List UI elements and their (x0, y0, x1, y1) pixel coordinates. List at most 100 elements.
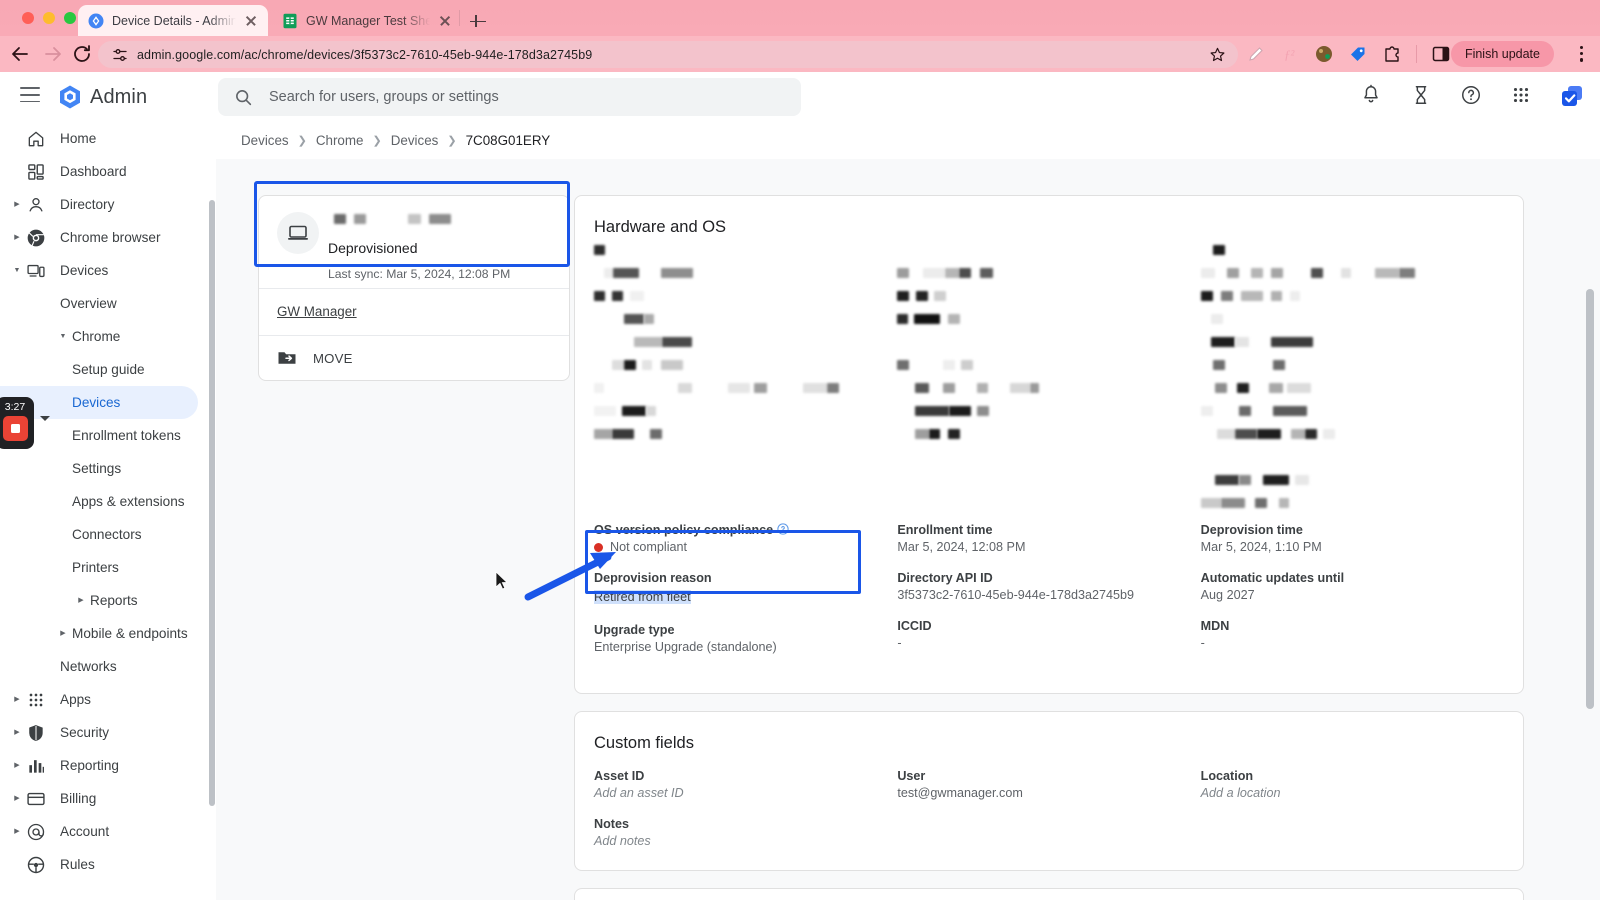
move-device-button[interactable]: MOVE (259, 336, 569, 380)
back-arrow-icon[interactable] (8, 42, 32, 66)
sidebar-item-label: Reports (90, 593, 138, 608)
field-asset-id[interactable]: Asset ID Add an asset ID (594, 769, 883, 800)
sidebar-item-reporting[interactable]: ▶ Reporting (0, 749, 198, 782)
formula-icon[interactable]: ƒ² (1280, 44, 1300, 64)
page-scrollbar[interactable] (1586, 289, 1594, 709)
hourglass-icon[interactable] (1410, 84, 1432, 106)
field-user[interactable]: User test@gwmanager.com (897, 769, 1186, 800)
chevron-right-icon[interactable]: ▶ (8, 696, 26, 703)
org-unit-link[interactable]: GW Manager (277, 304, 357, 319)
task-check-icon[interactable] (1560, 84, 1582, 106)
redacted-block (1030, 382, 1040, 393)
side-panel-icon[interactable] (1431, 44, 1451, 64)
chevron-right-icon[interactable]: ▶ (8, 795, 26, 802)
recorder-expand-caret-icon[interactable] (40, 416, 50, 421)
forward-arrow-icon[interactable] (41, 42, 65, 66)
close-icon[interactable] (438, 14, 452, 28)
help-circle-icon[interactable] (1460, 84, 1482, 106)
reload-icon[interactable] (70, 42, 94, 66)
screen-recorder-widget[interactable]: 3:27 (0, 397, 34, 449)
sidebar-item-security[interactable]: ▶ Security (0, 716, 198, 749)
help-circle-icon[interactable] (777, 523, 789, 535)
sidebar-item-connectors[interactable]: Connectors (0, 518, 198, 551)
sidebar-item-apps-extensions[interactable]: Apps & extensions (0, 485, 198, 518)
sidebar-item-overview[interactable]: Overview (0, 287, 198, 320)
field-value[interactable]: test@gwmanager.com (897, 786, 1186, 800)
redacted-block (624, 313, 644, 324)
sidebar-item-printers[interactable]: Printers (0, 551, 198, 584)
breadcrumb-item-0[interactable]: Devices (241, 133, 289, 148)
stop-recording-button[interactable] (2, 416, 28, 441)
chevron-right-icon[interactable]: ▶ (8, 234, 26, 241)
main-menu-icon[interactable] (20, 87, 40, 107)
address-bar[interactable]: admin.google.com/ac/chrome/devices/3f537… (98, 41, 1238, 68)
chevron-right-icon[interactable]: ▶ (8, 828, 26, 835)
sidebar-item-home[interactable]: Home (0, 122, 198, 155)
new-tab-button[interactable] (468, 11, 488, 31)
puzzle-icon[interactable] (1382, 44, 1402, 64)
sidebar-item-dashboard[interactable]: Dashboard (0, 155, 198, 188)
apps-grid-icon[interactable] (1510, 84, 1532, 106)
tag-icon[interactable] (1348, 44, 1368, 64)
field-label: Deprovision reason (594, 571, 712, 585)
sidebar-item-chrome-browser[interactable]: ▶ Chrome browser (0, 221, 198, 254)
redacted-block (594, 405, 616, 416)
sidebar-item-networks[interactable]: Networks (0, 650, 198, 683)
field-location[interactable]: Location Add a location (1201, 769, 1490, 800)
search-input[interactable] (269, 89, 785, 105)
kebab-menu-icon[interactable] (1580, 46, 1584, 63)
sidebar-item-apps[interactable]: ▶ Apps (0, 683, 198, 716)
browser-tab-gw-manager-sheet[interactable]: GW Manager Test Sheet - Go (272, 5, 462, 36)
pen-icon[interactable] (1246, 44, 1266, 64)
sidebar-item-rules[interactable]: Rules (0, 848, 198, 881)
panel-title: Custom fields (594, 734, 694, 752)
redacted-block (1210, 336, 1235, 347)
global-search-box[interactable] (218, 78, 801, 116)
field-value-placeholder[interactable]: Add notes (594, 834, 883, 848)
close-window-button[interactable] (22, 12, 34, 24)
sidebar-item-mobile-endpoints[interactable]: ▶ Mobile & endpoints (0, 617, 198, 650)
chevron-down-icon[interactable]: ▼ (8, 267, 26, 274)
finish-update-button[interactable]: Finish update (1450, 41, 1554, 67)
site-settings-icon[interactable] (112, 47, 128, 63)
redacted-row (897, 241, 1200, 253)
sidebar-scrollbar[interactable] (209, 200, 215, 806)
sidebar-item-setup-guide[interactable]: Setup guide (0, 353, 198, 386)
close-icon[interactable] (244, 14, 258, 28)
sidebar-item-billing[interactable]: ▶ Billing (0, 782, 198, 815)
admin-header: Admin (0, 72, 1600, 122)
breadcrumb-item-2[interactable]: Devices (391, 133, 439, 148)
chevron-right-icon[interactable]: ▶ (8, 729, 26, 736)
left-navigation-sidebar[interactable]: Home Dashboard ▶ Directory ▶ Chrome browser ▼ D… (0, 122, 208, 900)
redacted-block (915, 405, 950, 416)
browser-tab-device-details[interactable]: Device Details - Admin Console (78, 5, 268, 36)
bell-icon[interactable] (1360, 84, 1382, 106)
chevron-down-icon[interactable]: ▼ (54, 333, 72, 340)
sidebar-item-account[interactable]: ▶ Account (0, 815, 198, 848)
breadcrumb-item-1[interactable]: Chrome (316, 133, 364, 148)
sidebar-item-reports[interactable]: ▶ Reports (0, 584, 198, 617)
sidebar-item-devices[interactable]: ▼ Devices (0, 254, 198, 287)
field-value: Aug 2027 (1200, 588, 1255, 602)
redacted-block (1340, 267, 1351, 278)
field-notes[interactable]: Notes Add notes (594, 817, 883, 848)
chevron-right-icon[interactable]: ▶ (54, 630, 72, 637)
sidebar-item-chrome[interactable]: ▼ Chrome (0, 320, 198, 353)
redacted-row (897, 264, 1200, 278)
field-value-placeholder[interactable]: Add a location (1201, 786, 1490, 800)
sidebar-item-settings[interactable]: Settings (0, 452, 198, 485)
field-value-placeholder[interactable]: Add an asset ID (594, 786, 883, 800)
chevron-right-icon[interactable]: ▶ (8, 762, 26, 769)
palette-icon[interactable] (1314, 44, 1334, 64)
maximize-window-button[interactable] (64, 12, 76, 24)
window-traffic-lights[interactable] (22, 12, 76, 24)
sidebar-item-directory[interactable]: ▶ Directory (0, 188, 198, 221)
star-icon[interactable] (1209, 46, 1226, 63)
redacted-block (1278, 497, 1289, 508)
chevron-right-icon[interactable]: ▶ (8, 201, 26, 208)
redacted-row (897, 310, 1200, 324)
minimize-window-button[interactable] (43, 12, 55, 24)
browser-chrome: Device Details - Admin Console GW Manage… (0, 0, 1600, 72)
chevron-right-icon[interactable]: ▶ (72, 597, 90, 604)
move-label: MOVE (313, 350, 353, 366)
